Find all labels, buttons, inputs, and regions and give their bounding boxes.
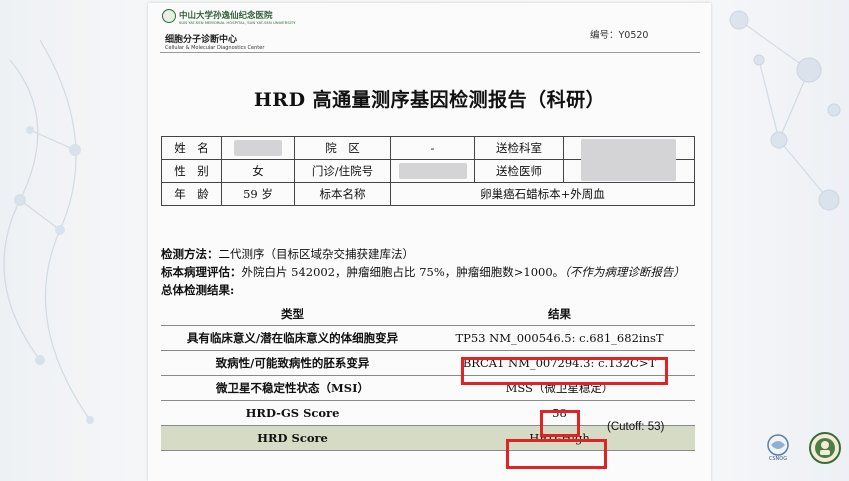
header-divider — [160, 52, 700, 53]
center-name-en: Cellular & Molecular Diagnostics Center — [165, 45, 265, 51]
hospital-logo-icon — [162, 9, 176, 23]
doctor-label: 送检医师 — [474, 159, 564, 183]
age-value: 59 岁 — [221, 182, 295, 206]
col-type-header: 类型 — [161, 303, 424, 326]
clinic-number-label: 门诊/住院号 — [294, 159, 391, 183]
report-serial-number: 编号：Y0520 — [590, 30, 649, 41]
name-label: 姓 名 — [161, 136, 222, 160]
hrd-gs-highlight-box — [540, 410, 580, 437]
result-type: 致病性/可能致病性的胚系变异 — [161, 350, 424, 376]
sex-label: 性 别 — [161, 159, 222, 183]
specimen-label: 标本名称 — [294, 182, 391, 206]
center-name: 细胞分子诊断中心 — [165, 35, 238, 45]
society-logo-icon — [809, 432, 841, 464]
clinic-number-redacted — [390, 159, 475, 183]
dept-doctor-redaction — [581, 139, 676, 181]
brca1-highlight-box — [461, 357, 668, 385]
specimen-value: 卵巢癌石蜡标本+外周血 — [390, 182, 695, 206]
result-type: 具有临床意义/潜在临床意义的体细胞变异 — [161, 324, 424, 351]
svg-text:CSNOG: CSNOG — [769, 456, 787, 461]
result-type: 微卫星不稳定性状态（MSI） — [161, 375, 424, 401]
result-type: HRD-GS Score — [161, 400, 424, 426]
result-value: TP53 NM_000546.5: c.681_682insT — [424, 324, 695, 351]
age-label: 年 龄 — [161, 182, 222, 206]
csnog-logo-icon: CSNOG — [767, 434, 789, 461]
method-label: 检测方法： — [161, 247, 219, 261]
method-line: 检测方法：二代测序（目标区域杂交捕获建库法） — [161, 245, 706, 263]
molecule-decoration-left — [3, 39, 94, 424]
pathology-label: 标本病理评估： — [161, 265, 242, 279]
results-header-row: 类型 结果 — [161, 303, 695, 326]
report-title: HRD 高通量测序基因检测报告（科研） — [253, 89, 606, 111]
col-result-header: 结果 — [424, 303, 695, 326]
method-value: 二代测序（目标区域杂交捕获建库法） — [218, 247, 415, 261]
patient-info-row: 年 龄 59 岁 标本名称 卵巢癌石蜡标本+外周血 — [161, 182, 695, 206]
result-type: HRD Score — [161, 425, 424, 451]
name-value-redacted — [221, 136, 295, 160]
sex-value: 女 — [221, 159, 295, 183]
hospital-name-en: SUN YAT-SEN MEMORIAL HOSPITAL, SUN YAT-S… — [179, 20, 296, 25]
hospital-header: 中山大学孙逸仙纪念医院 SUN YAT-SEN MEMORIAL HOSPITA… — [162, 9, 322, 53]
pathology-value: 外院白片 542002，肿瘤细胞占比 75%，肿瘤细胞数>1000。 — [241, 265, 565, 279]
ward-label: 院 区 — [294, 136, 391, 160]
ward-value: - — [390, 136, 475, 160]
overall-label: 总体检测结果: — [161, 283, 235, 297]
overall-line: 总体检测结果: — [161, 281, 706, 299]
pathology-line: 标本病理评估：外院白片 542002，肿瘤细胞占比 75%，肿瘤细胞数>1000… — [161, 263, 706, 281]
report-page: 中山大学孙逸仙纪念医院 SUN YAT-SEN MEMORIAL HOSPITA… — [148, 3, 711, 481]
dept-label: 送检科室 — [474, 136, 564, 160]
pathology-note: （不作为病理诊断报告） — [564, 265, 685, 279]
cutoff-note: (Cutoff: 53) — [607, 421, 665, 433]
method-section: 检测方法：二代测序（目标区域杂交捕获建库法） 标本病理评估：外院白片 54200… — [161, 245, 706, 299]
result-row: 具有临床意义/潜在临床意义的体细胞变异 TP53 NM_000546.5: c.… — [161, 324, 695, 351]
hrd-score-highlight-box — [506, 439, 607, 469]
molecule-decoration-right — [729, 10, 841, 211]
